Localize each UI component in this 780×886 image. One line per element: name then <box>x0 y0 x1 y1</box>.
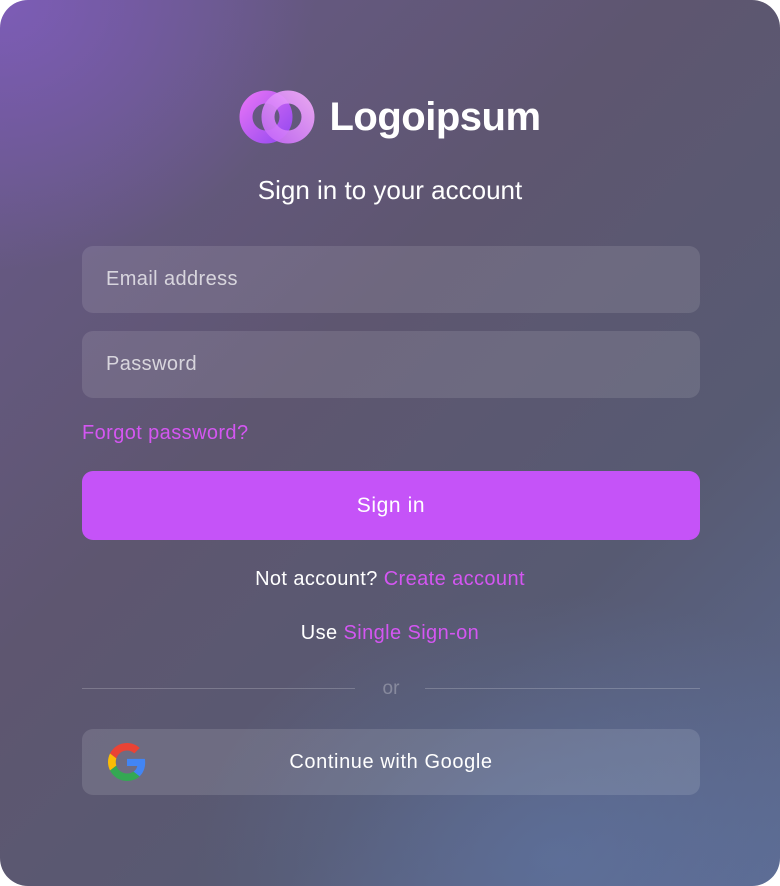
brand-name: Logoipsum <box>329 95 541 139</box>
signup-prompt: Not account? Create account <box>0 565 780 593</box>
sso-prompt: Use Single Sign-on <box>0 619 780 647</box>
divider-label: or <box>382 678 400 699</box>
google-button-label: Continue with Google <box>289 751 493 773</box>
logoipsum-mark-icon <box>239 90 315 144</box>
divider-line-right <box>425 688 700 689</box>
sso-prefix: Use <box>300 622 338 644</box>
password-field[interactable] <box>82 331 700 398</box>
page-title: Sign in to your account <box>257 175 523 205</box>
email-field[interactable] <box>82 246 700 313</box>
create-account-link[interactable]: Create account <box>384 568 525 590</box>
sign-in-button[interactable]: Sign in <box>82 471 700 540</box>
signup-prefix: Not account? <box>255 568 378 590</box>
single-sign-on-link[interactable]: Single Sign-on <box>344 622 480 644</box>
continue-with-google-button[interactable]: Continue with Google <box>82 729 700 795</box>
brand-header: Logoipsum <box>0 86 780 148</box>
forgot-password-link[interactable]: Forgot password? <box>82 419 248 447</box>
signin-card: Logoipsum Sign in to your account Forgot… <box>0 0 780 886</box>
or-divider: or <box>82 677 700 701</box>
